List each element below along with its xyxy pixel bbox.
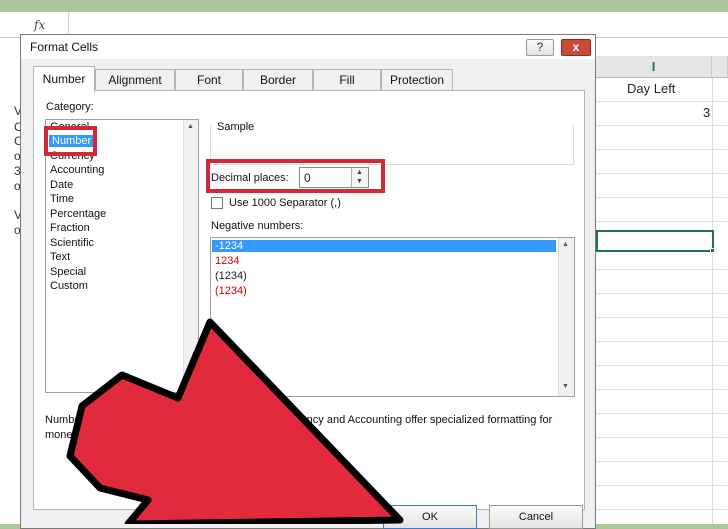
negative-numbers-list[interactable]: -1234 1234 (1234) (1234) ▲ ▼ bbox=[210, 237, 575, 397]
negative-numbers-label: Negative numbers: bbox=[211, 220, 304, 232]
category-item-percentage[interactable]: Percentage bbox=[50, 208, 106, 220]
sheet-row[interactable] bbox=[596, 486, 728, 510]
negative-scrollbar[interactable]: ▲ ▼ bbox=[558, 238, 574, 396]
category-list[interactable]: General Number Currency Accounting Date … bbox=[45, 119, 199, 393]
negative-option[interactable]: (1234) bbox=[215, 270, 247, 282]
tab-border[interactable]: Border bbox=[243, 69, 313, 91]
ok-button[interactable]: OK bbox=[383, 505, 477, 529]
scroll-up-icon[interactable]: ▲ bbox=[562, 241, 569, 248]
category-item-time[interactable]: Time bbox=[50, 193, 74, 205]
sheet-row[interactable] bbox=[596, 390, 728, 414]
format-cells-dialog: Format Cells ? x Number Alignment Font B… bbox=[20, 34, 596, 529]
category-item-custom[interactable]: Custom bbox=[50, 280, 88, 292]
cell-value: 3 bbox=[703, 105, 711, 120]
number-highlight-box bbox=[44, 126, 97, 156]
sheet-row[interactable] bbox=[596, 366, 728, 390]
sheet-row[interactable] bbox=[596, 198, 728, 222]
category-label: Category: bbox=[46, 101, 94, 113]
sheet-row[interactable] bbox=[596, 174, 728, 198]
category-item-text[interactable]: Text bbox=[50, 251, 70, 263]
selected-cell[interactable] bbox=[596, 230, 714, 252]
sheet-row[interactable] bbox=[596, 270, 728, 294]
category-item-fraction[interactable]: Fraction bbox=[50, 222, 90, 234]
sheet-row[interactable] bbox=[596, 462, 728, 486]
description-line: monetary value. bbox=[45, 429, 124, 441]
dialog-title-bar[interactable]: Format Cells ? x bbox=[21, 35, 595, 59]
sheet-row[interactable] bbox=[596, 294, 728, 318]
tab-number[interactable]: Number bbox=[33, 66, 95, 92]
decimal-highlight-box bbox=[206, 159, 385, 193]
column-gridline bbox=[712, 78, 713, 524]
help-button[interactable]: ? bbox=[526, 39, 554, 56]
tab-alignment[interactable]: Alignment bbox=[95, 69, 175, 91]
sheet-row[interactable] bbox=[596, 438, 728, 462]
sheet-row[interactable] bbox=[596, 150, 728, 174]
sheet-row[interactable] bbox=[596, 126, 728, 150]
sheet-row[interactable]: 3 bbox=[596, 102, 728, 126]
tab-protection[interactable]: Protection bbox=[381, 69, 453, 91]
category-item-accounting[interactable]: Accounting bbox=[50, 164, 104, 176]
column-title-cell: Day Left bbox=[627, 81, 676, 96]
scroll-down-icon[interactable]: ▼ bbox=[187, 380, 194, 387]
description-line: Number is used for general display of nu… bbox=[45, 414, 553, 426]
sheet-row[interactable]: Day Left bbox=[596, 78, 728, 102]
column-header-i[interactable]: I bbox=[596, 56, 712, 78]
close-button[interactable]: x bbox=[561, 39, 591, 56]
column-header-next[interactable] bbox=[712, 56, 728, 78]
cancel-button[interactable]: Cancel bbox=[489, 505, 583, 529]
negative-option[interactable]: (1234) bbox=[215, 285, 247, 297]
category-scrollbar[interactable]: ▲ ▼ bbox=[183, 120, 198, 392]
category-item-date[interactable]: Date bbox=[50, 179, 73, 191]
sheet-row[interactable] bbox=[596, 414, 728, 438]
separator-label[interactable]: Use 1000 Separator (,) bbox=[229, 197, 341, 209]
negative-option[interactable]: -1234 bbox=[212, 240, 556, 252]
scroll-down-icon[interactable]: ▼ bbox=[562, 383, 569, 390]
separator-checkbox[interactable] bbox=[211, 197, 223, 209]
category-item-special[interactable]: Special bbox=[50, 266, 86, 278]
sheet-row[interactable] bbox=[596, 342, 728, 366]
sheet-row[interactable] bbox=[596, 318, 728, 342]
tab-fill[interactable]: Fill bbox=[313, 69, 381, 91]
tab-font[interactable]: Font bbox=[175, 69, 243, 91]
scroll-up-icon[interactable]: ▲ bbox=[187, 123, 194, 130]
negative-option[interactable]: 1234 bbox=[215, 255, 239, 267]
fx-label: fx bbox=[34, 18, 46, 32]
category-description: Number is used for general display of nu… bbox=[45, 413, 575, 443]
fill-handle[interactable] bbox=[710, 248, 715, 253]
dialog-title: Format Cells bbox=[30, 40, 99, 54]
category-item-scientific[interactable]: Scientific bbox=[50, 237, 94, 249]
